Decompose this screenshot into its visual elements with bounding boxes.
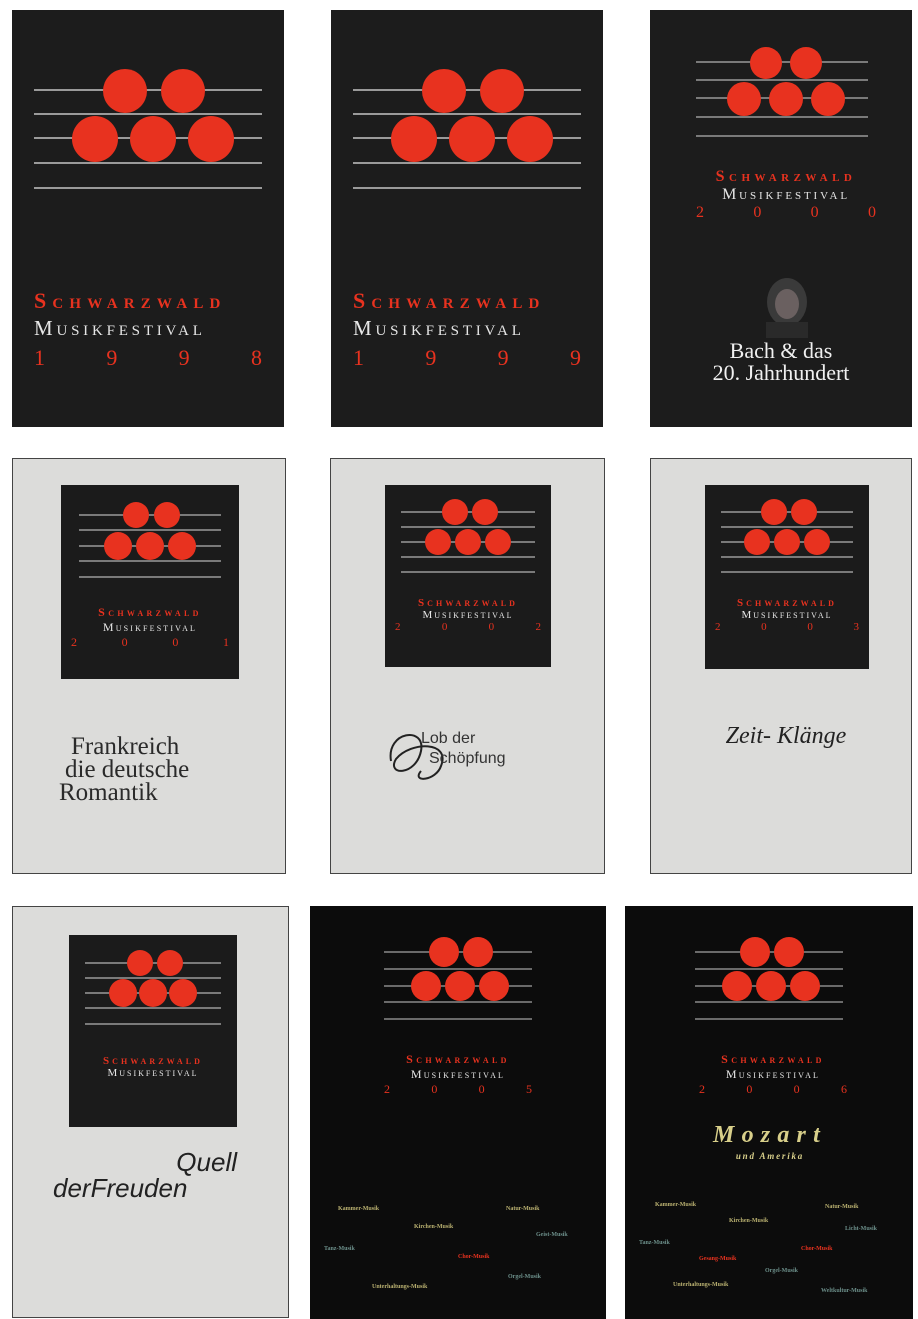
brand-name: Schwarzwald bbox=[34, 288, 227, 313]
category-label: Tanz-Musik bbox=[324, 1246, 355, 1252]
festival-title: Schwarzwald Musikfestival 2006 bbox=[699, 1052, 847, 1096]
logo-panel: Schwarzwald Musikfestival 2001 bbox=[61, 485, 239, 679]
category-label: Orgel-Musik bbox=[765, 1268, 798, 1274]
category-label: Kammer-Musik bbox=[655, 1202, 697, 1208]
logo-panel: Schwarzwald Musikfestival 2002 bbox=[385, 485, 551, 667]
category-label: Orgel-Musik bbox=[508, 1274, 541, 1280]
festival-title: Schwarzwald Musikfestival 2002 bbox=[395, 597, 541, 633]
category-label: Natur-Musik bbox=[825, 1204, 859, 1210]
poster-2001: Schwarzwald Musikfestival 2001 Frankreic… bbox=[12, 458, 286, 874]
category-label: Unterhaltungs-Musik bbox=[673, 1282, 729, 1288]
festival-title: Schwarzwald Musikfestival 2001 bbox=[71, 605, 229, 649]
program-title: Lob der Schöpfung bbox=[421, 730, 506, 767]
category-label: Geist-Musik bbox=[536, 1232, 568, 1238]
category-label: Unterhaltungs-Musik bbox=[372, 1284, 428, 1290]
category-label: Kirchen-Musik bbox=[414, 1224, 454, 1230]
festival-title: Schwarzwald Musikfestival 1998 bbox=[34, 288, 262, 371]
category-label: Gesang-Musik bbox=[699, 1256, 737, 1262]
poster-1998: Schwarzwald Musikfestival 1998 bbox=[12, 10, 284, 427]
category-label: Chor-Musik bbox=[801, 1246, 833, 1252]
program-title: Mozart und Amerika bbox=[713, 1122, 827, 1161]
category-label: Tanz-Musik bbox=[639, 1240, 670, 1246]
festival-logo bbox=[85, 950, 221, 1025]
festival-title: Schwarzwald Musikfestival 2003 bbox=[715, 597, 859, 633]
category-label: Natur-Musik bbox=[506, 1206, 540, 1212]
brand-name: Schwarzwald bbox=[715, 168, 857, 185]
festival-title: Schwarzwald Musikfestival 2000 bbox=[696, 168, 876, 222]
festival-year: 1999 bbox=[353, 345, 581, 370]
festival-title: Schwarzwald Musikfestival bbox=[102, 1055, 203, 1079]
poster-quell-der-freuden: Schwarzwald Musikfestival Quell derFreud… bbox=[12, 906, 289, 1318]
festival-logo bbox=[721, 499, 853, 573]
festival-year: 2000 bbox=[696, 204, 876, 221]
category-label: Chor-Musik bbox=[458, 1254, 490, 1260]
category-label: Licht-Musik bbox=[845, 1226, 878, 1232]
festival-logo bbox=[401, 499, 535, 573]
festival-logo bbox=[353, 68, 581, 208]
poster-2006: Schwarzwald Musikfestival 2006 Mozart un… bbox=[625, 906, 913, 1319]
program-title: Bach & das 20. Jahrhundert bbox=[712, 338, 850, 385]
festival-year: 1998 bbox=[34, 345, 262, 370]
logo-panel: Schwarzwald Musikfestival 2003 bbox=[705, 485, 869, 669]
festival-name: Musikfestival bbox=[34, 316, 206, 340]
poster-2003: Schwarzwald Musikfestival 2003 Zeit- Klä… bbox=[650, 458, 912, 874]
festival-title: Schwarzwald Musikfestival 1999 bbox=[353, 288, 581, 371]
brand-name: Schwarzwald bbox=[353, 288, 546, 313]
festival-logo bbox=[79, 502, 221, 578]
poster-1999: Schwarzwald Musikfestival 1999 bbox=[331, 10, 603, 427]
category-label: Weltkultur-Musik bbox=[821, 1288, 868, 1294]
poster-2005: Schwarzwald Musikfestival 2005 Kammer-Mu… bbox=[310, 906, 606, 1319]
festival-name: Musikfestival bbox=[353, 316, 525, 340]
logo-panel: Schwarzwald Musikfestival bbox=[69, 935, 237, 1127]
festival-logo bbox=[384, 936, 532, 1032]
festival-name: Musikfestival bbox=[722, 186, 850, 203]
festival-logo bbox=[34, 68, 262, 208]
poster-2000: Schwarzwald Musikfestival 2000 Bach & da… bbox=[650, 10, 912, 427]
festival-title: Schwarzwald Musikfestival 2005 bbox=[384, 1052, 532, 1096]
program-title: Frankreich die deutsche Romantik bbox=[59, 733, 190, 806]
bach-portrait bbox=[760, 276, 814, 338]
category-label: Kammer-Musik bbox=[338, 1206, 380, 1212]
poster-2002: Schwarzwald Musikfestival 2002 Lob der S… bbox=[330, 458, 605, 874]
festival-logo bbox=[695, 936, 843, 1032]
festival-logo bbox=[696, 46, 868, 156]
category-label: Kirchen-Musik bbox=[729, 1218, 769, 1224]
program-title: Zeit- Klänge bbox=[725, 723, 847, 749]
program-title: Quell derFreuden bbox=[53, 1147, 237, 1203]
